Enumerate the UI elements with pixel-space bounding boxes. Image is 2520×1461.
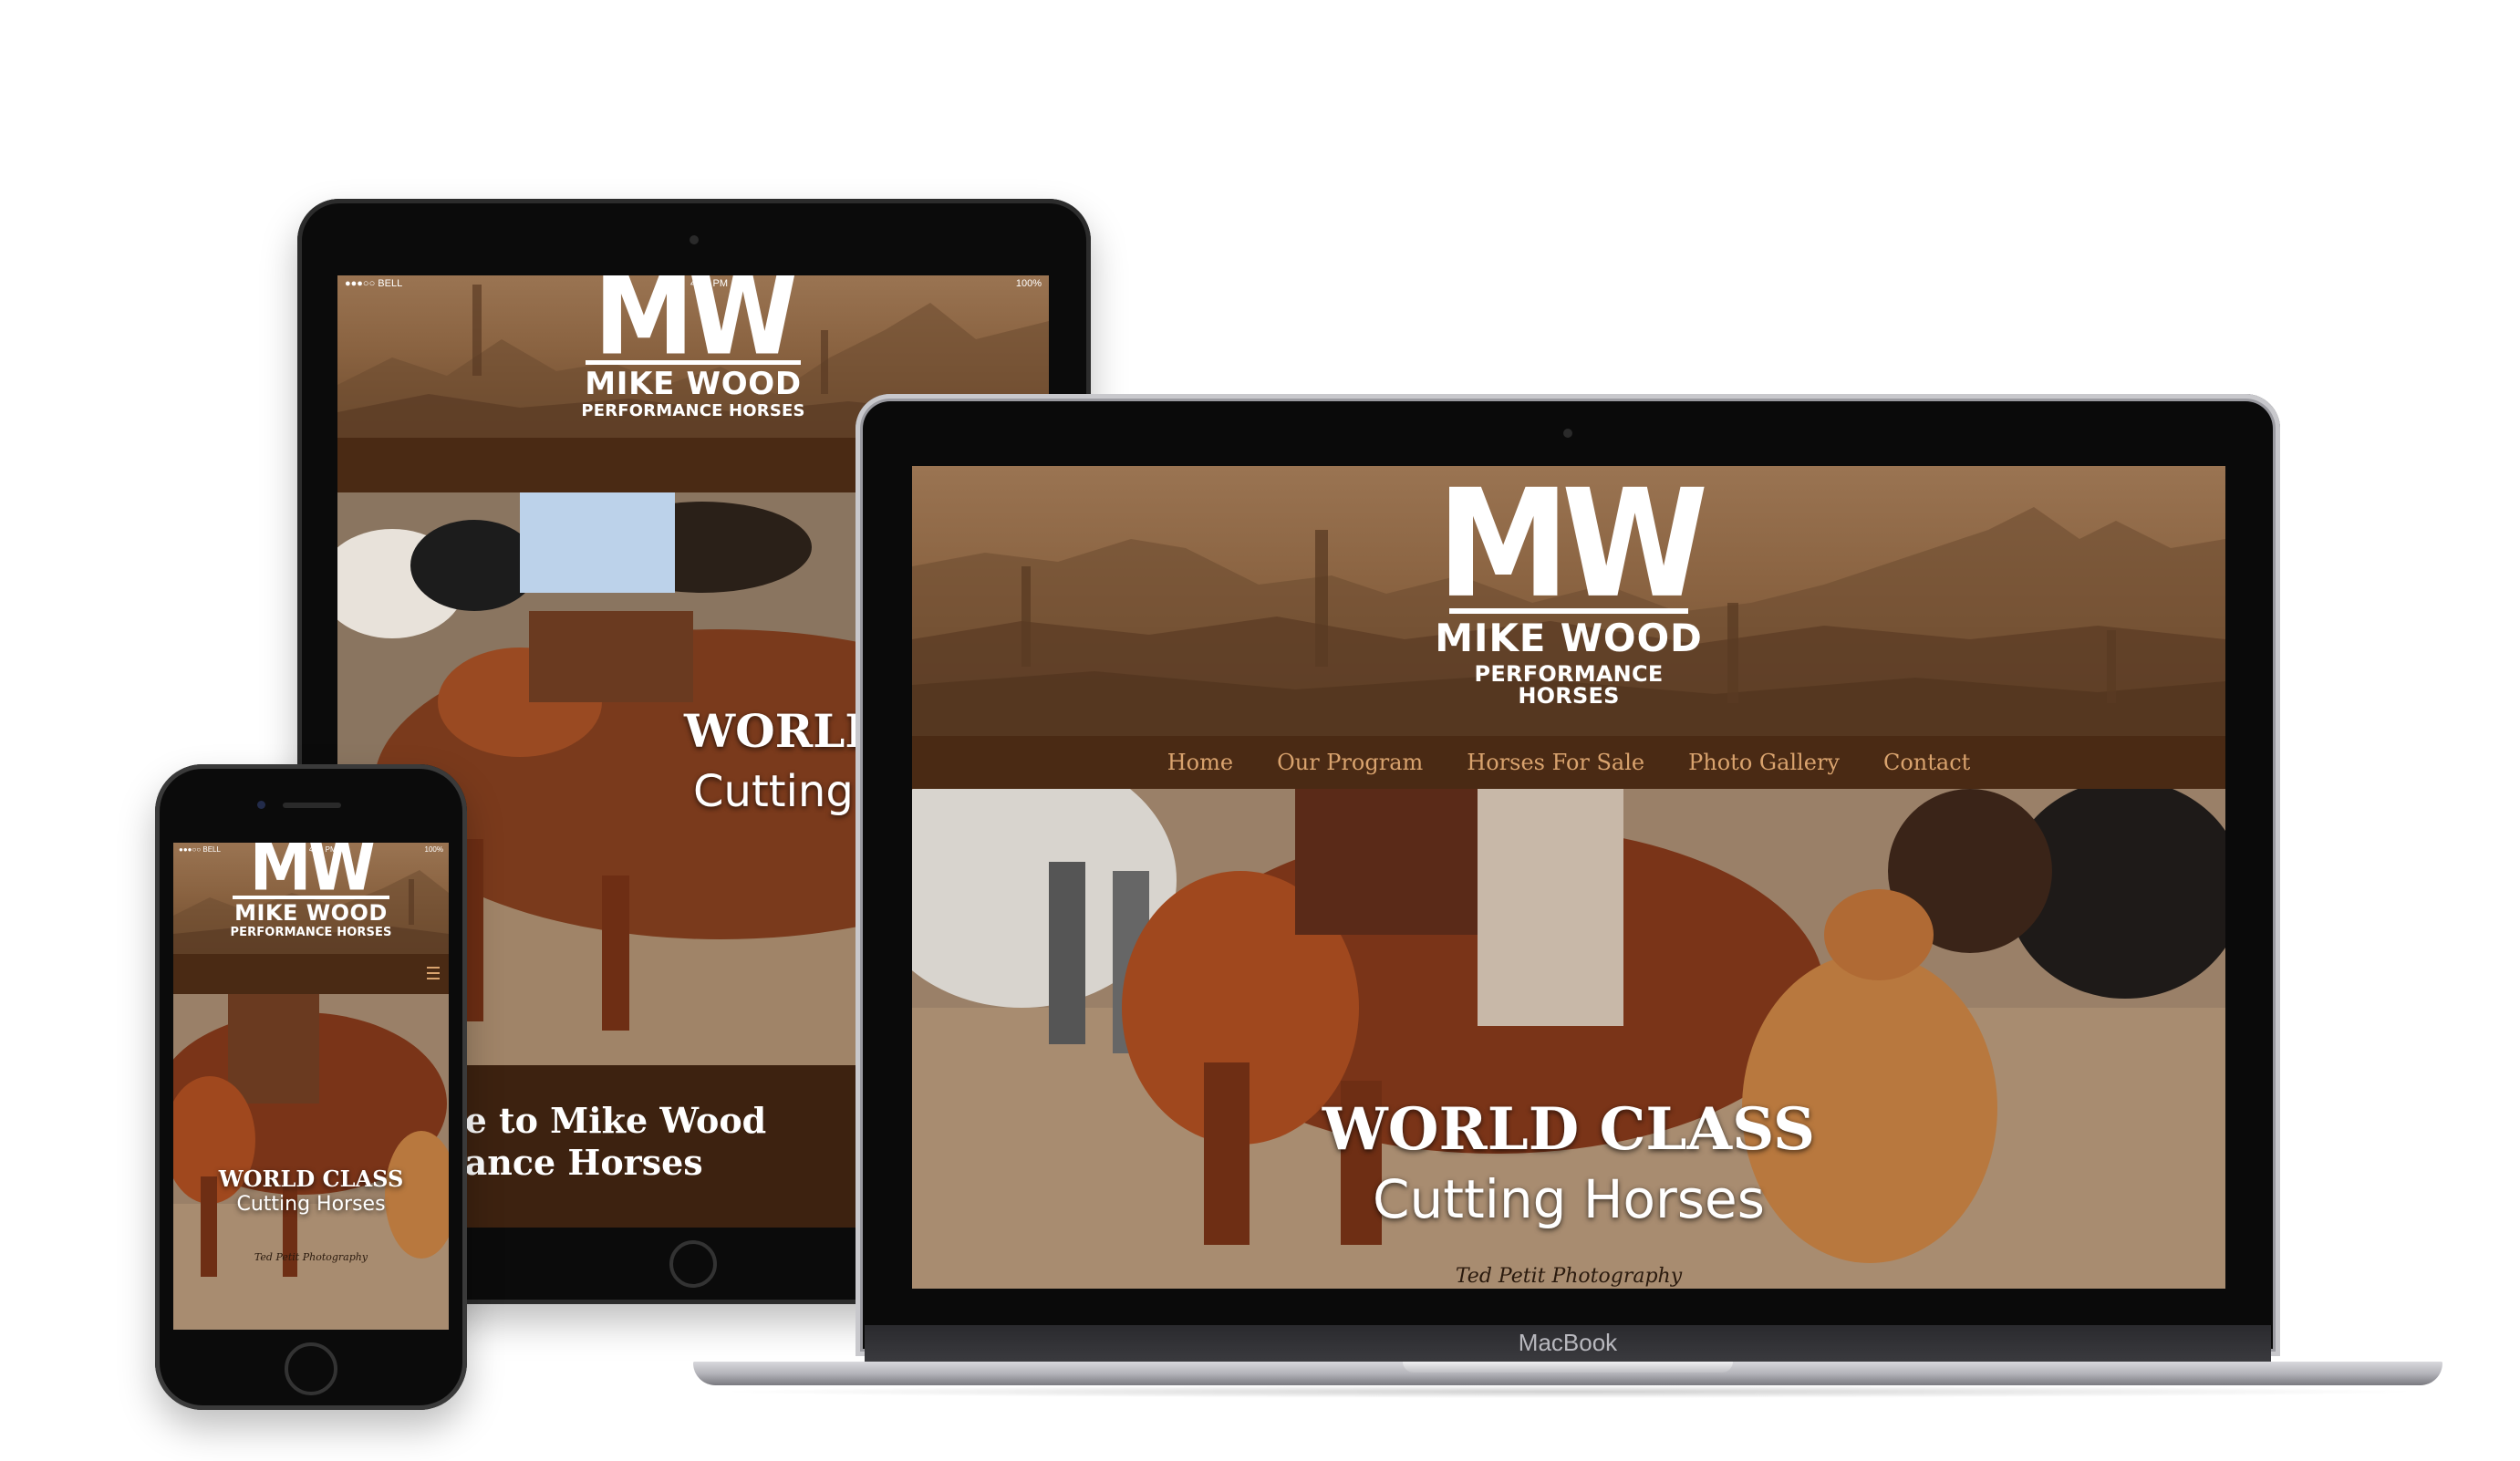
tablet-home-button[interactable] <box>669 1240 717 1288</box>
status-battery: 100% <box>424 844 443 854</box>
status-time: 4:21 PM <box>308 844 337 854</box>
laptop-notch <box>1403 1362 1733 1373</box>
main-menu: Home Our Program Horses For Sale Photo G… <box>912 736 2225 789</box>
phone-logo: MW MIKE WOOD PERFORMANCE HORSES <box>224 843 398 938</box>
phone-nav-bar <box>173 954 449 994</box>
logo-mark: MW <box>1436 466 1709 632</box>
nav-photo-gallery[interactable]: Photo Gallery <box>1688 750 1840 775</box>
hero-subtitle: Cutting Horses <box>236 1193 386 1216</box>
hero-subtitle: Cutting Horses <box>1373 1168 1765 1230</box>
phone-status-bar: ●●●○○ BELL 4:21 PM 100% <box>173 843 449 855</box>
laptop-hero: WORLD CLASS Cutting Horses Ted Petit Pho… <box>912 789 2225 1289</box>
laptop-camera <box>1563 429 1572 438</box>
tablet-status-bar: ●●●○○ BELL 4:21 PM 100% <box>337 275 1049 292</box>
status-battery: 100% <box>1015 278 1042 289</box>
phone-site-header: MW MIKE WOOD PERFORMANCE HORSES <box>173 843 449 954</box>
phone-screen: ●●●○○ BELL 4:21 PM 100% MW MIKE WOOD PER… <box>173 843 449 1330</box>
phone-front-camera <box>257 801 265 809</box>
logo-subtitle: PERFORMANCE HORSES <box>1474 660 1664 709</box>
phone-hero: WORLD CLASS Cutting Horses Ted Petit Pho… <box>173 994 449 1330</box>
logo-subtitle: PERFORMANCE HORSES <box>230 926 392 940</box>
phone-home-button[interactable] <box>285 1342 337 1395</box>
tablet-site-header: MW MIKE WOOD PERFORMANCE HORSES <box>337 275 1049 438</box>
tablet-logo: MW MIKE WOOD PERFORMANCE HORSES <box>575 275 812 420</box>
nav-contact[interactable]: Contact <box>1883 750 1970 775</box>
status-carrier: ●●●○○ BELL <box>179 844 221 854</box>
hero-title: WORLD CLASS <box>218 1166 404 1192</box>
photo-credit: Ted Petit Photography <box>254 1251 368 1263</box>
photo-credit: Ted Petit Photography <box>1455 1265 1683 1288</box>
phone-speaker <box>283 803 341 808</box>
laptop-logo: MW MIKE WOOD PERFORMANCE HORSES <box>1432 470 1708 709</box>
hero-title: WORLD CLASS <box>1322 1095 1816 1164</box>
welcome-heading-line2: nance Horses <box>440 1142 703 1183</box>
status-carrier: ●●●○○ BELL <box>345 278 403 289</box>
nav-home[interactable]: Home <box>1167 750 1233 775</box>
laptop-brand: MacBook <box>1518 1329 1618 1356</box>
laptop-screen: MW MIKE WOOD PERFORMANCE HORSES Home Our… <box>912 466 2225 1289</box>
hero-photo <box>173 994 449 1330</box>
status-time: 4:21 PM <box>690 278 728 289</box>
laptop-site-header: MW MIKE WOOD PERFORMANCE HORSES <box>912 466 2225 736</box>
hamburger-menu-icon[interactable] <box>427 967 440 979</box>
nav-horses-for-sale[interactable]: Horses For Sale <box>1467 750 1644 775</box>
laptop-base <box>693 1362 2442 1385</box>
tablet-camera <box>690 235 699 244</box>
logo-subtitle: PERFORMANCE HORSES <box>581 400 805 420</box>
laptop-chin: MacBook <box>865 1325 2271 1362</box>
phone-device: ●●●○○ BELL 4:21 PM 100% MW MIKE WOOD PER… <box>155 764 467 1410</box>
welcome-heading-line1: ne to Mike Wood <box>440 1100 767 1141</box>
laptop-nav-bar: Home Our Program Horses For Sale Photo G… <box>912 736 2225 789</box>
laptop-shadow <box>711 1385 2426 1398</box>
nav-our-program[interactable]: Our Program <box>1277 750 1423 775</box>
